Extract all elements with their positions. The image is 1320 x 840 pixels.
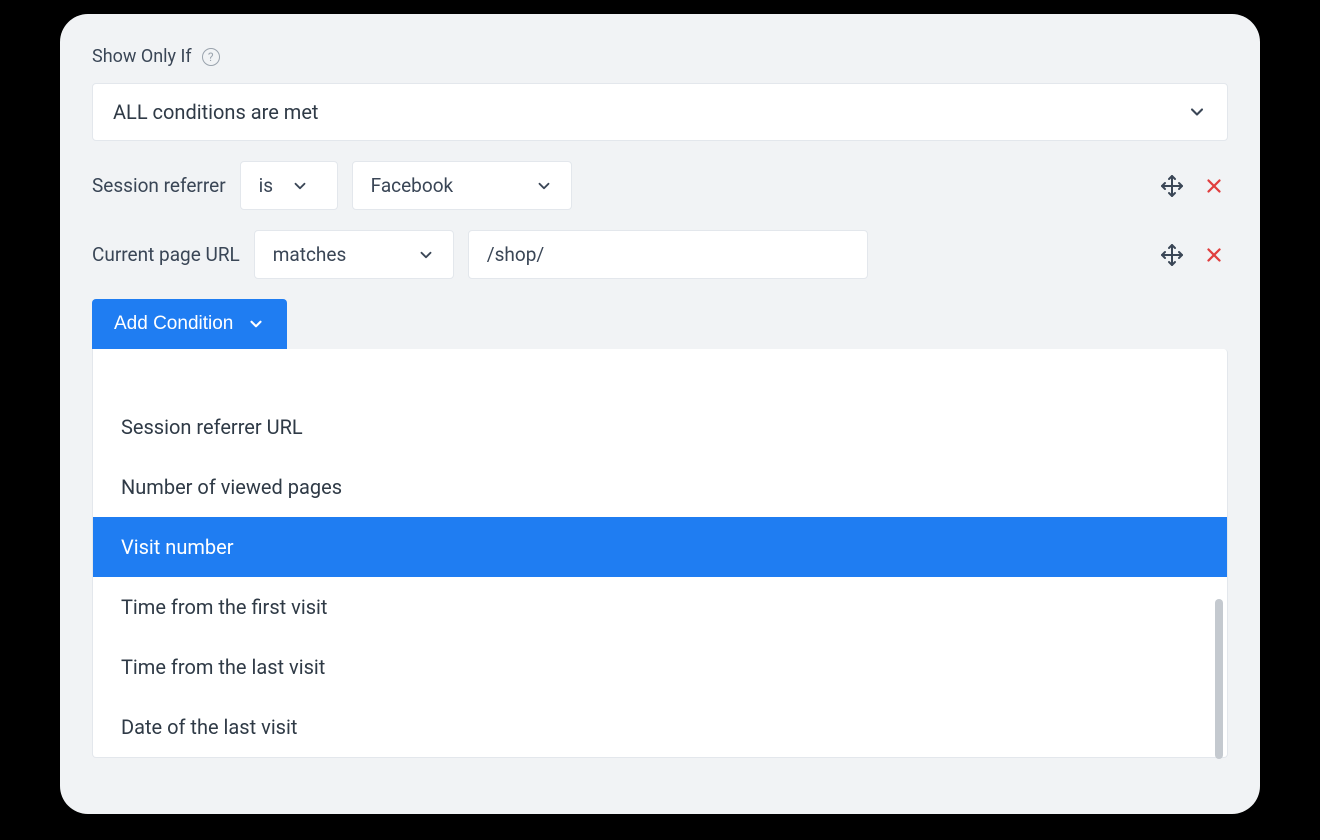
add-condition-label: Add Condition [114,313,233,335]
delete-icon[interactable] [1200,172,1228,200]
condition-row: Session referrer is Facebook [92,161,1228,210]
mode-select-value: ALL conditions are met [113,100,318,124]
add-condition-button[interactable]: Add Condition [92,299,287,349]
dropdown-item-time-from-last-visit[interactable]: Time from the last visit [93,637,1227,697]
chevron-down-icon [535,177,553,195]
dropdown-item-time-from-first-visit[interactable]: Time from the first visit [93,577,1227,637]
dropdown-scrollbar[interactable] [1215,599,1223,759]
condition-field-label: Session referrer [92,174,226,197]
chevron-down-icon [291,177,309,195]
move-icon[interactable] [1158,241,1186,269]
section-title: Show Only If [92,46,192,67]
condition-operator-value: is [259,174,273,197]
condition-operator-select[interactable]: matches [254,230,454,279]
condition-value-select[interactable]: Facebook [352,161,572,210]
dropdown-item-number-viewed-pages[interactable]: Number of viewed pages [93,457,1227,517]
help-icon[interactable]: ? [202,48,220,66]
dropdown-item-session-referrer-url[interactable]: Session referrer URL [93,397,1227,457]
condition-value-text: Facebook [371,174,454,197]
delete-icon[interactable] [1200,241,1228,269]
conditions-panel: Show Only If ? ALL conditions are met Se… [60,14,1260,814]
dropdown-item-visit-number[interactable]: Visit number [93,517,1227,577]
chevron-down-icon [247,315,265,333]
mode-select[interactable]: ALL conditions are met [92,83,1228,141]
condition-row: Current page URL matches /shop/ [92,230,1228,279]
condition-value-text: /shop/ [487,243,544,266]
condition-value-input[interactable]: /shop/ [468,230,868,279]
add-condition-dropdown: Session referrer URL Number of viewed pa… [92,349,1228,758]
chevron-down-icon [1187,102,1207,122]
dropdown-item-date-of-last-visit[interactable]: Date of the last visit [93,697,1227,757]
move-icon[interactable] [1158,172,1186,200]
section-header: Show Only If ? [92,46,1228,67]
condition-field-label: Current page URL [92,243,240,266]
condition-operator-value: matches [273,243,347,266]
chevron-down-icon [417,246,435,264]
condition-operator-select[interactable]: is [240,161,338,210]
